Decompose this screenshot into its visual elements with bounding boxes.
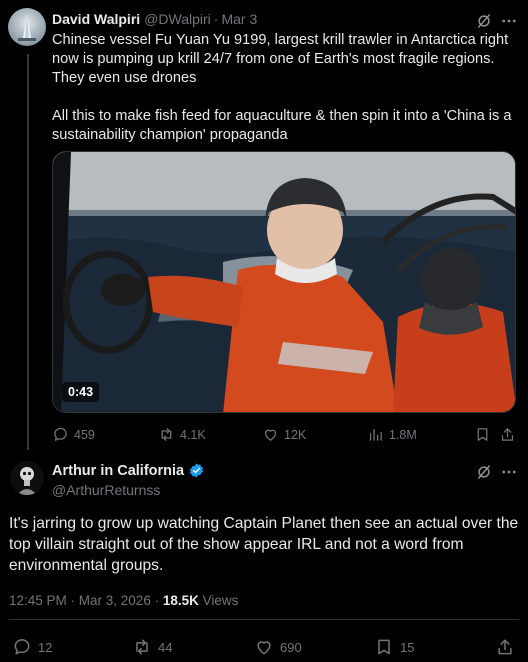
reply-text: It's jarring to grow up watching Captain… — [9, 515, 519, 574]
like-icon — [264, 429, 277, 441]
repost-count: 44 — [158, 639, 173, 655]
reply-button[interactable]: 459 — [52, 426, 95, 443]
like-icon — [257, 641, 271, 655]
repost-icon — [136, 639, 148, 655]
avatar-image — [18, 14, 36, 41]
tweet-date[interactable]: Mar 3 — [221, 11, 257, 27]
grok-icon[interactable] — [475, 12, 493, 30]
bookmark-button[interactable]: 15 — [374, 637, 414, 657]
views-button[interactable]: 1.8M — [367, 426, 417, 443]
views-label: Views — [198, 593, 239, 608]
like-count: 12K — [284, 427, 307, 442]
repost-count: 4.1K — [180, 427, 206, 442]
reply-button[interactable]: 12 — [12, 637, 52, 657]
share-icon — [498, 639, 512, 655]
grok-icon[interactable] — [475, 463, 493, 481]
video-duration: 0:43 — [62, 382, 100, 402]
thread-connector-line — [27, 54, 29, 450]
reply-author-handle[interactable]: @ArthurReturnss — [52, 482, 160, 498]
avatar-david-walpiri[interactable] — [8, 8, 46, 46]
bookmark-button[interactable] — [474, 426, 496, 443]
divider — [9, 619, 519, 620]
author-name[interactable]: David Walpiri — [52, 11, 140, 27]
like-button[interactable]: 690 — [254, 637, 302, 657]
author-handle[interactable]: @DWalpiri — [144, 11, 211, 27]
video-frame — [53, 152, 515, 412]
bookmark-count: 15 — [400, 639, 415, 655]
reply-metadata: 12:45 PM · Mar 3, 2026 · 18.5K Views — [9, 593, 238, 608]
like-count: 690 — [280, 639, 302, 655]
bookmark-icon — [477, 428, 488, 441]
separator-dot: · — [213, 11, 219, 27]
share-button[interactable] — [499, 426, 521, 443]
reply-count: 459 — [74, 427, 95, 442]
views-icon — [369, 428, 382, 441]
avatar-arthur[interactable] — [10, 461, 44, 495]
share-button[interactable] — [495, 637, 521, 657]
reply-count: 12 — [38, 639, 53, 655]
repost-button[interactable]: 44 — [132, 637, 172, 657]
more-options-icon[interactable] — [500, 463, 518, 481]
share-icon — [501, 428, 514, 441]
verified-badge-icon[interactable] — [188, 462, 205, 479]
repost-button[interactable]: 4.1K — [158, 426, 206, 443]
tweet-header: David Walpiri @DWalpiri · Mar 3 — [52, 11, 257, 27]
bookmark-icon — [378, 639, 390, 655]
reply-author-name-row: Arthur in California — [52, 462, 205, 479]
like-button[interactable]: 12K — [262, 426, 306, 443]
view-count: 1.8M — [389, 427, 417, 442]
reply-timestamp[interactable]: 12:45 PM · Mar 3, 2026 · — [9, 593, 163, 608]
avatar-image — [17, 467, 37, 495]
reply-icon — [54, 427, 67, 441]
reply-icon — [14, 639, 30, 655]
video-player[interactable]: 0:43 — [52, 151, 516, 413]
repost-icon — [161, 428, 172, 441]
reply-author-name[interactable]: Arthur in California — [52, 463, 184, 479]
more-options-icon[interactable] — [500, 12, 518, 30]
tweet-text: Chinese vessel Fu Yuan Yu 9199, largest … — [52, 32, 512, 143]
reply-view-count: 18.5K — [162, 593, 199, 608]
